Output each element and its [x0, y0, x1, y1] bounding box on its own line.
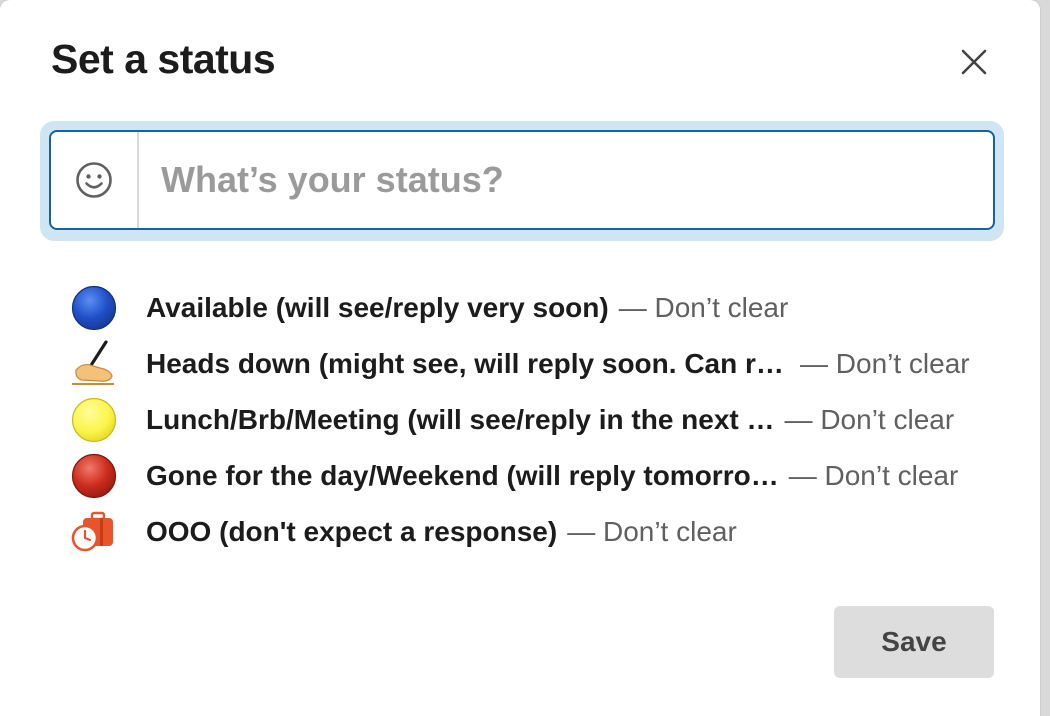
- preset-label: Gone for the day/Weekend (will reply tom…: [146, 460, 779, 491]
- set-status-dialog: Set a status What’s your status? Availab…: [0, 0, 1040, 716]
- preset-clear-setting: — Don’t clear: [784, 404, 955, 435]
- writing-hand-emoji: [70, 340, 118, 388]
- preset-heads-down[interactable]: Heads down (might see, will reply soon. …: [70, 336, 1000, 392]
- status-input[interactable]: [139, 135, 993, 225]
- luggage-clock-emoji: [70, 508, 118, 556]
- preset-label: Heads down (might see, will reply soon. …: [146, 348, 790, 379]
- preset-clear-setting: — Don’t clear: [788, 460, 959, 491]
- status-input-container: [49, 130, 995, 230]
- preset-gone-for-the-day[interactable]: Gone for the day/Weekend (will reply tom…: [70, 448, 1000, 504]
- red-circle-emoji: [70, 452, 118, 500]
- close-button[interactable]: [952, 40, 996, 84]
- dialog-title: Set a status: [51, 36, 276, 82]
- preset-label: OOO (don't expect a response): [146, 516, 558, 547]
- emoji-picker-button[interactable]: [51, 132, 139, 228]
- preset-clear-setting: — Don’t clear: [567, 516, 737, 547]
- status-input-focus-ring: [40, 121, 1004, 241]
- preset-clear-setting: — Don’t clear: [618, 292, 789, 323]
- preset-available[interactable]: Available (will see/reply very soon) — D…: [70, 280, 1000, 336]
- save-button[interactable]: Save: [834, 606, 994, 678]
- preset-clear-setting: — Don’t clear: [800, 348, 970, 379]
- yellow-circle-emoji: [70, 396, 118, 444]
- close-icon: [961, 49, 987, 75]
- preset-label: Lunch/Brb/Meeting (will see/reply in the…: [146, 404, 775, 435]
- blue-circle-emoji: [70, 284, 118, 332]
- status-presets-list: Available (will see/reply very soon) — D…: [70, 280, 1000, 560]
- smiley-face-icon: [76, 162, 112, 198]
- preset-label: Available (will see/reply very soon): [146, 292, 609, 323]
- preset-lunch-brb-meeting[interactable]: Lunch/Brb/Meeting (will see/reply in the…: [70, 392, 1000, 448]
- preset-ooo[interactable]: OOO (don't expect a response) — Don’t cl…: [70, 504, 1000, 560]
